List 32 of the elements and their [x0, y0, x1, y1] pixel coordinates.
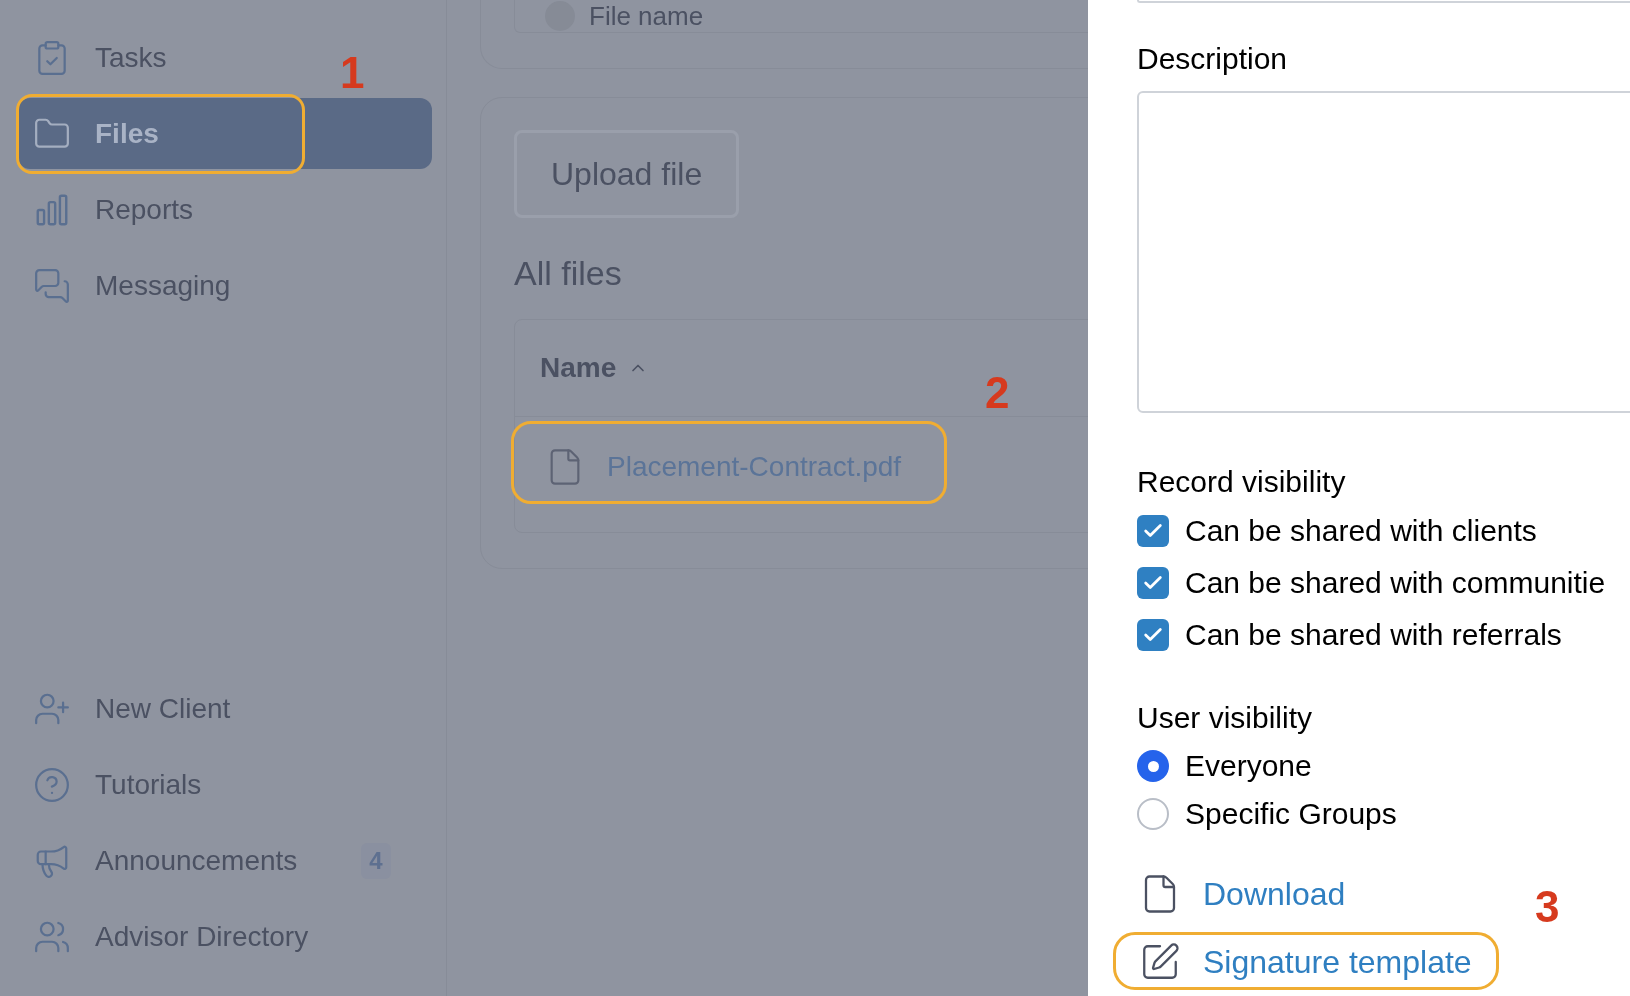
nav-item[interactable]: Reports [18, 174, 224, 245]
annotation-number: 1 [340, 47, 365, 99]
nav-item[interactable]: New Client [18, 673, 261, 744]
checkbox-label: Can be shared with clients [1185, 513, 1537, 549]
radio-button[interactable] [1137, 798, 1169, 830]
section-label: Record visibility [1137, 464, 1347, 500]
action-link[interactable]: Download [1203, 872, 1346, 916]
checkbox-label: Can be shared with communitie [1185, 565, 1606, 601]
action-link[interactable]: Signature template [1203, 940, 1472, 984]
checkbox[interactable] [1137, 515, 1169, 547]
section-label: User visibility [1137, 700, 1314, 736]
column-header[interactable]: Name [540, 347, 649, 389]
annotation-number: 3 [1535, 882, 1560, 932]
radio-label: Specific Groups [1185, 796, 1397, 832]
chat-bubbles-icon [33, 266, 71, 305]
description-field[interactable] [1137, 91, 1630, 413]
radio-label: Everyone [1185, 748, 1312, 784]
checkbox[interactable] [1137, 567, 1169, 599]
radio-button[interactable] [1137, 750, 1169, 782]
nav-item[interactable]: Files [18, 98, 432, 169]
help-icon [33, 765, 71, 804]
section-title: All files [514, 253, 623, 294]
nav-item[interactable]: Advisor Directory [18, 901, 339, 972]
field-label: File name [589, 0, 704, 31]
field-label: Description [1137, 41, 1289, 77]
nav-item[interactable]: Tasks [18, 22, 197, 93]
upload-button[interactable]: Upload file [514, 130, 740, 218]
nav-item[interactable]: Tutorials [18, 749, 232, 820]
annotation-number: 2 [985, 367, 1010, 419]
checkbox-label: Can be shared with referrals [1185, 617, 1562, 653]
checkbox[interactable] [1137, 619, 1169, 651]
nav-item[interactable]: Messaging [18, 250, 261, 321]
